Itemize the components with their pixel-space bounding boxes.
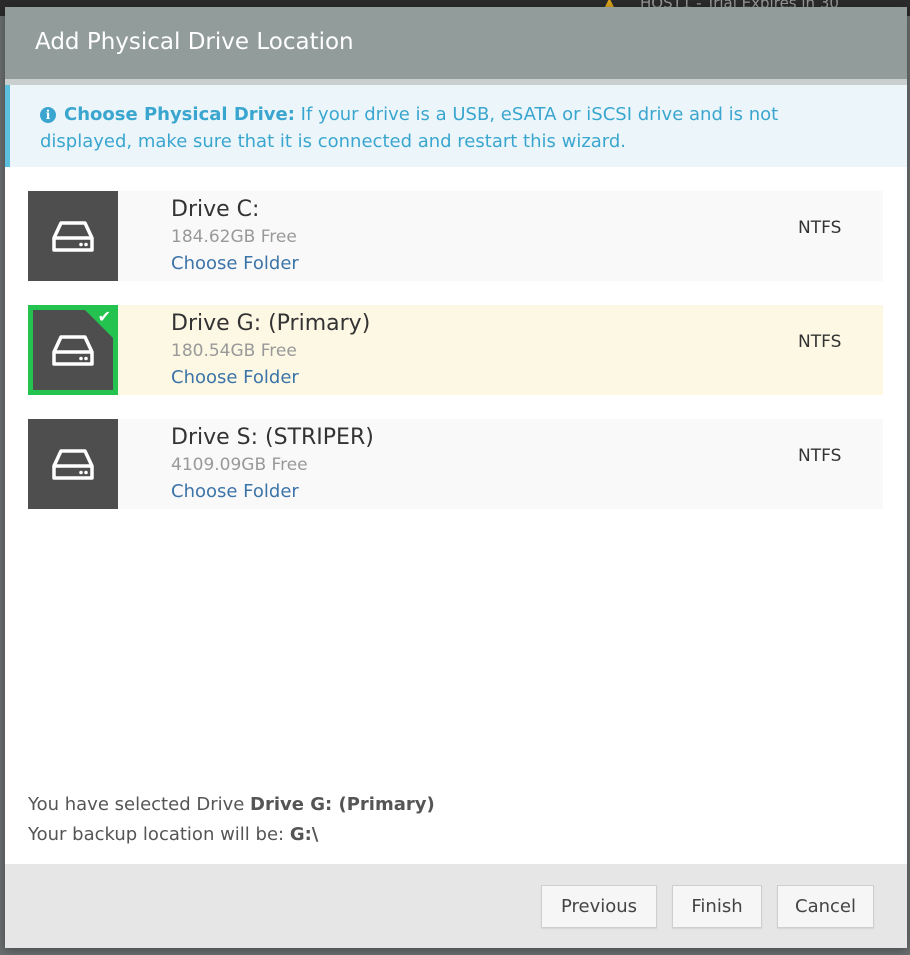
backup-location-prefix: Your backup location will be:	[28, 824, 290, 845]
drive-tile[interactable]	[28, 191, 118, 281]
drive-name: Drive S: (STRIPER)	[171, 425, 374, 450]
cancel-button[interactable]: Cancel	[777, 885, 874, 928]
dialog-title: Add Physical Drive Location	[35, 29, 354, 55]
choose-folder-link[interactable]: Choose Folder	[171, 367, 299, 388]
drive-free-space: 180.54GB Free	[171, 341, 297, 361]
drive-free-space: 4109.09GB Free	[171, 455, 308, 475]
previous-button[interactable]: Previous	[541, 885, 657, 928]
hard-drive-icon	[52, 449, 94, 480]
checkmark-icon: ✔	[97, 307, 111, 326]
backup-location-line: Your backup location will be: G:\	[28, 820, 435, 850]
info-message: i Choose Physical Drive: If your drive is…	[40, 101, 860, 155]
selected-drive-line: You have selected Drive Drive G: (Primar…	[28, 790, 435, 820]
drive-filesystem: NTFS	[798, 446, 842, 466]
drive-tile[interactable]	[28, 419, 118, 509]
selected-drive-value: Drive G: (Primary)	[250, 794, 435, 815]
backup-location-value: G:\	[289, 824, 319, 845]
drive-tile-selected[interactable]: ✔	[28, 305, 118, 395]
hard-drive-icon	[52, 221, 94, 252]
info-icon: i	[40, 107, 56, 123]
drive-free-space: 184.62GB Free	[171, 227, 297, 247]
finish-button[interactable]: Finish	[672, 885, 762, 928]
info-lead: Choose Physical Drive:	[64, 104, 295, 125]
drive-filesystem: NTFS	[798, 332, 842, 352]
drive-row-c[interactable]: Drive C: 184.62GB Free Choose Folder NTF…	[28, 191, 883, 281]
dialog-header: Add Physical Drive Location	[5, 7, 907, 79]
dialog-footer: Previous Finish Cancel	[5, 864, 907, 948]
selected-drive-prefix: You have selected Drive	[28, 794, 251, 815]
add-drive-dialog: Add Physical Drive Location i Choose Phys…	[5, 7, 907, 948]
drive-filesystem: NTFS	[798, 218, 842, 238]
drive-row-s[interactable]: Drive S: (STRIPER) 4109.09GB Free Choose…	[28, 419, 883, 509]
drive-row-g[interactable]: ✔ Drive G: (Primary) 180.54GB Free Choos…	[28, 305, 883, 395]
drive-name: Drive G: (Primary)	[171, 311, 371, 336]
info-alert: i Choose Physical Drive: If your drive is…	[5, 85, 907, 167]
selection-summary: You have selected Drive Drive G: (Primar…	[28, 790, 435, 850]
hard-drive-icon	[52, 335, 94, 366]
drive-name: Drive C:	[171, 197, 260, 222]
choose-folder-link[interactable]: Choose Folder	[171, 253, 299, 274]
choose-folder-link[interactable]: Choose Folder	[171, 481, 299, 502]
